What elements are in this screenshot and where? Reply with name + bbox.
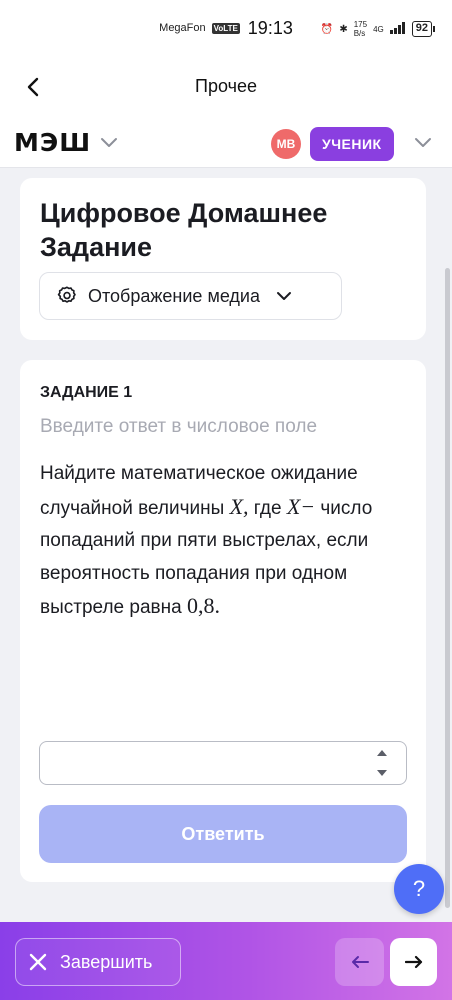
- net-speed-value: 175: [353, 20, 368, 29]
- task-text-part: где: [248, 497, 287, 519]
- status-time: 19:13: [247, 17, 293, 38]
- signal-icon: [389, 21, 406, 37]
- close-icon: [29, 953, 47, 971]
- math-variable: X,: [229, 493, 249, 519]
- math-value: 0,8.: [186, 593, 220, 618]
- chevron-down-icon: [277, 292, 292, 300]
- finish-button-label: Завершить: [60, 951, 153, 972]
- chevron-down-icon[interactable]: [414, 136, 432, 154]
- app-bar: МЭШ МВ УЧЕНИК: [0, 116, 452, 168]
- task-text: Найдите математическое ожидание случайно…: [40, 458, 390, 625]
- network-type: 4G: [373, 24, 384, 34]
- avatar[interactable]: МВ: [271, 129, 301, 159]
- volte-badge: VoLTE: [211, 22, 240, 34]
- finish-button[interactable]: Завершить: [15, 938, 181, 986]
- help-button[interactable]: ?: [394, 864, 444, 914]
- bottom-bar: Завершить: [0, 922, 452, 1000]
- submit-answer-button[interactable]: Ответить: [39, 805, 407, 863]
- number-stepper[interactable]: [372, 749, 392, 777]
- header-title: Прочее: [195, 75, 257, 96]
- task-hint: Введите ответ в числовое поле: [40, 416, 318, 437]
- task-number: ЗАДАНИЕ 1: [40, 384, 133, 401]
- mesh-logo[interactable]: МЭШ: [14, 128, 91, 157]
- page-title: Цифровое Домашнее Задание: [40, 198, 328, 262]
- net-speed-unit: B/s: [353, 29, 366, 38]
- math-variable: X−: [286, 493, 316, 519]
- status-center: MegaFon VoLTE 19:13: [159, 18, 293, 39]
- back-arrow-icon: [27, 77, 39, 97]
- net-speed: 175 B/s: [354, 20, 367, 38]
- battery-icon: 92: [411, 21, 436, 37]
- task-card: ЗАДАНИЕ 1 Введите ответ в числовое поле …: [20, 360, 426, 882]
- alarm-icon: ⏰: [320, 23, 334, 35]
- next-button[interactable]: [390, 938, 437, 986]
- gear-icon: [57, 286, 76, 303]
- stepper-up-icon[interactable]: [376, 749, 388, 757]
- status-icons: ⏰ ✱ 175 B/s 4G 92: [320, 20, 436, 38]
- arrow-left-icon: [351, 956, 369, 968]
- title-card: Цифровое Домашнее Задание Отображение ме…: [20, 178, 426, 340]
- chevron-down-icon[interactable]: [100, 136, 118, 154]
- arrow-right-icon: [404, 955, 422, 969]
- media-button-label: Отображение медиа: [88, 285, 261, 306]
- carrier-name: MegaFon: [159, 22, 206, 34]
- back-button[interactable]: [18, 72, 48, 102]
- scrollbar[interactable]: [445, 268, 450, 908]
- status-bar: MegaFon VoLTE 19:13 ⏰ ✱ 175 B/s 4G 92: [0, 0, 452, 56]
- answer-input[interactable]: [39, 741, 407, 785]
- media-display-button[interactable]: Отображение медиа: [39, 272, 342, 320]
- role-badge[interactable]: УЧЕНИК: [310, 127, 394, 161]
- bluetooth-icon: ✱: [339, 23, 348, 35]
- stepper-down-icon[interactable]: [376, 769, 388, 777]
- top-header: Прочее: [0, 56, 452, 116]
- previous-button[interactable]: [335, 938, 384, 986]
